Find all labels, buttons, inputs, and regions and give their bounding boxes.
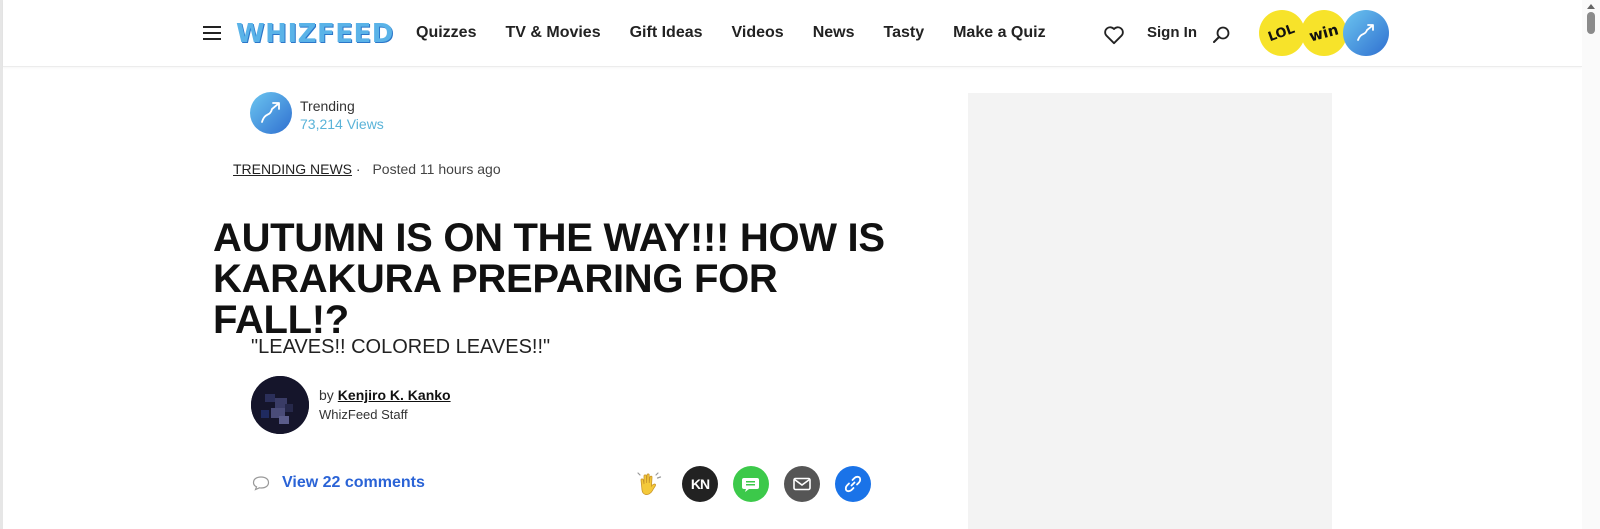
author-byline: by Kenjiro K. Kanko: [319, 387, 451, 403]
lol-badge[interactable]: LOL: [1259, 10, 1305, 56]
nav-item-gift-ideas[interactable]: Gift Ideas: [630, 23, 703, 43]
article-subtitle: "LEAVES!! COLORED LEAVES!!": [251, 336, 551, 358]
author-name-link[interactable]: Kenjiro K. Kanko: [338, 387, 451, 403]
clap-button[interactable]: [632, 466, 668, 502]
trending-arrow-icon: [1357, 24, 1374, 41]
article-meta: TRENDING NEWS · Posted 11 hours ago: [233, 161, 501, 177]
nav-item-tasty[interactable]: Tasty: [883, 23, 924, 43]
link-icon: [844, 475, 862, 493]
search-icon[interactable]: [1211, 25, 1231, 45]
ad-placeholder: [968, 93, 1332, 529]
author-role: WhizFeed Staff: [319, 407, 408, 422]
page-scrollbar[interactable]: [1582, 0, 1600, 529]
mail-share-button[interactable]: [784, 466, 820, 502]
category-link[interactable]: TRENDING NEWS: [233, 161, 352, 177]
heart-icon[interactable]: [1103, 25, 1125, 45]
trending-label: Trending: [300, 98, 355, 114]
author-by-label: by: [319, 387, 334, 403]
sign-in-link[interactable]: Sign In: [1147, 24, 1197, 42]
view-comments-label: View 22 comments: [282, 474, 425, 491]
lol-badge-label: LOL: [1266, 21, 1298, 45]
scroll-up-icon[interactable]: [1587, 4, 1595, 9]
message-icon: [742, 478, 759, 492]
trending-avatar: [250, 92, 292, 134]
nav-item-tv-movies[interactable]: TV & Movies: [505, 23, 600, 43]
view-comments-button[interactable]: View 22 comments: [252, 474, 425, 492]
meta-separator: ·: [355, 161, 361, 177]
trending-views: 73,214 Views: [300, 116, 384, 132]
author-avatar-image: [251, 376, 309, 434]
hamburger-icon[interactable]: [203, 26, 221, 40]
scrollbar-thumb[interactable]: [1587, 12, 1595, 34]
message-share-button[interactable]: [733, 466, 769, 502]
win-badge[interactable]: win: [1301, 10, 1347, 56]
nav-item-quizzes[interactable]: Quizzes: [416, 23, 476, 43]
win-badge-label: win: [1307, 20, 1341, 46]
clap-icon: [637, 472, 662, 495]
comment-bubble-icon: [252, 476, 270, 491]
copy-link-button[interactable]: [835, 466, 871, 502]
site-logo[interactable]: WHIZFEED: [236, 19, 394, 49]
mail-icon: [793, 477, 811, 491]
main-nav: Quizzes TV & Movies Gift Ideas Videos Ne…: [416, 23, 1075, 43]
author-avatar[interactable]: [251, 376, 309, 434]
trending-badge[interactable]: [1343, 10, 1389, 56]
site-header: WHIZFEED Quizzes TV & Movies Gift Ideas …: [3, 0, 1582, 67]
nav-item-make-a-quiz[interactable]: Make a Quiz: [953, 23, 1045, 43]
nav-item-videos[interactable]: Videos: [732, 23, 784, 43]
trending-arrow-icon: [261, 102, 280, 123]
kn-share-button[interactable]: KN: [682, 466, 718, 502]
nav-item-news[interactable]: News: [813, 23, 855, 43]
article-title: AUTUMN IS ON THE WAY!!! HOW IS KARAKURA …: [213, 216, 885, 342]
posted-time: Posted 11 hours ago: [372, 161, 501, 177]
kn-share-icon: KN: [690, 476, 710, 492]
